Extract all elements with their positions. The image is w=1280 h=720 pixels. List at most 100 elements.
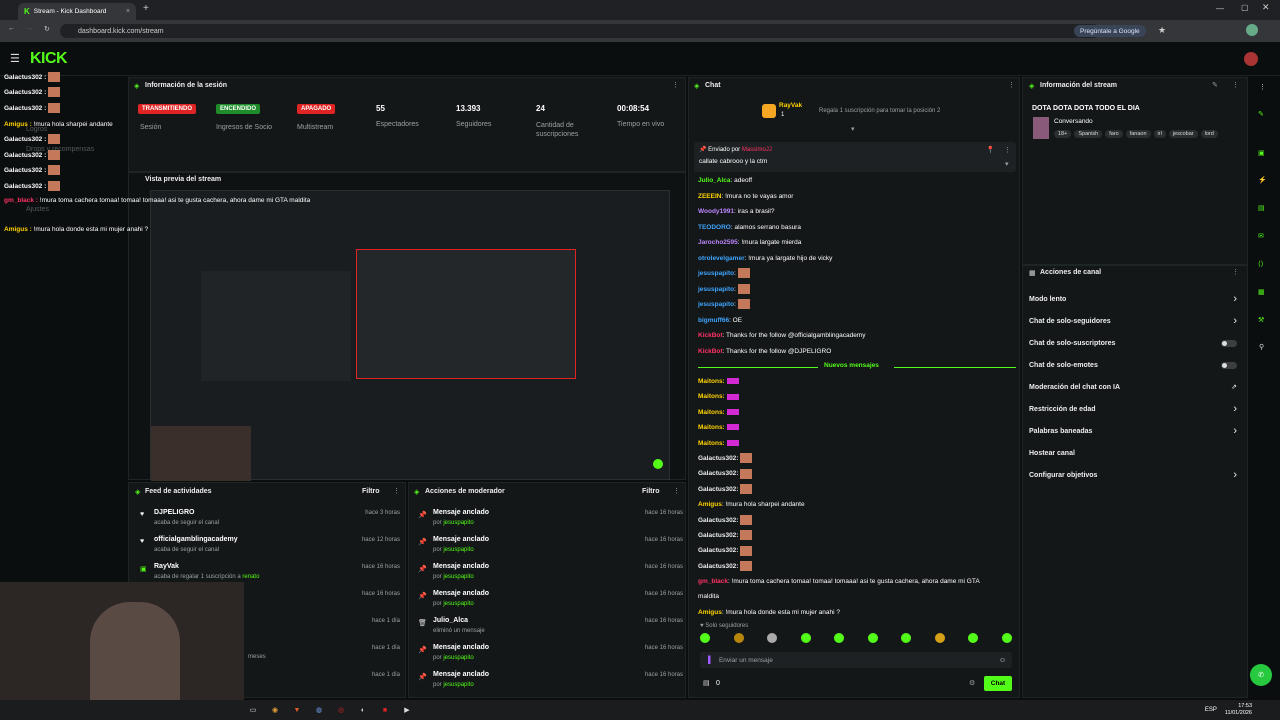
gift-prompt[interactable]: Regala 1 suscripción para tomar la posic… [819,108,940,114]
chat-username[interactable]: Maitons: [698,424,725,431]
collapse-icon[interactable]: ▾ [851,125,855,133]
browser-tab[interactable]: K Stream - Kick Dashboard × [18,3,136,20]
chat-username[interactable]: KickBot [698,332,723,339]
kick-logo[interactable]: KICK [30,50,68,68]
chevron-right-icon[interactable]: › [1233,425,1237,437]
chat-username[interactable]: gm_black [698,578,728,585]
chat-username[interactable]: jesuspapito [698,286,734,293]
chat-username[interactable]: Galactus302: [698,470,738,477]
taskbar-chrome-icon[interactable]: ◉ [264,702,286,718]
channel-action-item[interactable]: Chat de solo-suscriptores [1029,332,1237,354]
chat-username[interactable]: otrolevelgamer [698,255,745,262]
chevron-right-icon[interactable]: › [1233,469,1237,481]
toolbar-preview-icon[interactable]: ▣ [1258,149,1265,157]
channel-action-item[interactable]: Modo lento › [1029,288,1237,310]
chat-username[interactable]: Galactus302: [698,563,738,570]
chat-username[interactable]: jesuspapito [698,270,734,277]
activity-name[interactable]: officialgamblingacademy [154,536,238,543]
emote-icon[interactable] [800,633,811,643]
new-tab-icon[interactable]: + [143,3,149,14]
emote-icon[interactable] [700,633,710,643]
taskbar-obs-icon[interactable]: ◎ [330,702,352,718]
edit-pencil-icon[interactable]: ✎ [1212,81,1218,89]
chat-username[interactable]: KickBot [698,348,723,355]
chat-username[interactable]: Maitons: [698,440,725,447]
activity-menu-icon[interactable]: ⋮ [393,487,400,495]
stream-info-menu-icon[interactable]: ⋮ [1232,81,1239,89]
toolbar-edit-icon[interactable]: ✎ [1258,110,1264,118]
channel-action-item[interactable]: Restricción de edad › [1029,398,1237,420]
menu-icon[interactable]: ☰ [10,52,20,65]
unpin-icon[interactable]: 📍 [986,146,995,154]
emote-icon[interactable] [901,633,912,643]
tag[interactable]: fanaon [1125,130,1151,138]
chat-username[interactable]: Jarocho2595 [698,239,738,246]
taskbar-discord-icon[interactable]: ◍ [308,702,330,718]
toolbar-grid-icon[interactable]: ▦ [1258,288,1265,296]
activity-name[interactable]: RayVak [154,563,179,570]
reload-icon[interactable]: ↻ [44,25,50,33]
external-link-icon[interactable]: ⇗ [1231,383,1237,391]
emote-icon[interactable] [733,633,744,643]
taskbar-explorer-icon[interactable]: ▭ [242,702,264,718]
mod-filter-button[interactable]: Filtro [642,488,660,495]
chat-username[interactable]: Galactus302: [698,455,738,462]
chat-username[interactable]: Maitons: [698,393,725,400]
url-bar[interactable]: dashboard.kick.com/stream [60,24,1100,38]
chat-username[interactable]: TEODORO [698,224,731,231]
activity-name[interactable]: DJPELIGRO [154,509,194,516]
close-window-icon[interactable]: ✕ [1262,2,1270,13]
forward-icon[interactable]: → [26,25,33,32]
chat-username[interactable]: Galactus302: [698,486,738,493]
back-icon[interactable]: ← [8,25,15,32]
emote-icon[interactable] [767,633,778,643]
taskbar-steam-icon[interactable]: ◐ [352,702,374,718]
toggle-switch[interactable] [1221,361,1237,369]
channel-action-item[interactable]: Chat de solo-emotes [1029,354,1237,376]
emote-icon[interactable] [867,633,878,643]
chat-send-button[interactable]: Chat [984,676,1012,691]
taskbar-lang[interactable]: ESP [1205,707,1217,713]
chevron-right-icon[interactable]: › [1233,293,1237,305]
whatsapp-float-icon[interactable]: ✆ [1250,664,1272,686]
chat-username[interactable]: Woody1991 [698,208,734,215]
sidebar-item-drops[interactable]: Drops y recompensas [26,146,94,153]
channel-action-item[interactable]: Configurar objetivos › [1029,464,1237,486]
chat-username[interactable]: ZEEEIN [698,193,721,200]
category-name[interactable]: Conversando [1054,118,1093,125]
chat-username[interactable]: Galactus302: [698,517,738,524]
pinned-expand-icon[interactable]: ▾ [1005,160,1009,168]
bookmark-star-icon[interactable]: ★ [1158,25,1166,36]
toolbar-doc-icon[interactable]: ▤ [1258,204,1265,212]
tag[interactable]: Spanish [1074,130,1103,138]
minimize-icon[interactable]: — [1216,4,1224,13]
session-menu-icon[interactable]: ⋮ [672,81,679,89]
chat-username[interactable]: jesuspapito [698,301,734,308]
mod-menu-icon[interactable]: ⋮ [673,487,680,495]
top-gifter-name[interactable]: RayVak [779,102,802,109]
toolbar-code-icon[interactable]: ⟨⟩ [1258,260,1263,268]
toolbar-dots-icon[interactable]: ⋮ [1259,83,1266,91]
emote-icon[interactable] [1001,633,1012,643]
chat-username[interactable]: Julio_Alca [698,177,731,184]
chat-username[interactable]: Galactus302: [698,532,738,539]
emoji-icon[interactable]: ☺ [999,657,1006,664]
channel-action-item[interactable]: Palabras baneadas › [1029,420,1237,442]
tag[interactable]: irl [1153,130,1166,138]
profile-avatar-icon[interactable] [1246,24,1258,36]
chevron-right-icon[interactable]: › [1233,315,1237,327]
activity-filter-button[interactable]: Filtro [362,488,380,495]
toolbar-link-icon[interactable]: ⚲ [1259,343,1264,351]
toolbar-tool-icon[interactable]: ⚒ [1258,316,1264,324]
tab-close-icon[interactable]: × [126,8,130,15]
toolbar-bolt-icon[interactable]: ⚡ [1258,176,1267,184]
sidebar-item-ajustes[interactable]: Ajustes [26,206,49,213]
tag[interactable]: lord [1200,130,1218,138]
chat-menu-icon[interactable]: ⋮ [1008,81,1015,89]
tag[interactable]: 18+ [1054,130,1072,138]
user-avatar[interactable] [1244,52,1258,66]
channel-action-item[interactable]: Moderación del chat con IA ⇗ [1029,376,1237,398]
chat-username[interactable]: Maitons: [698,378,725,385]
chat-username[interactable]: bigmuff66 [698,317,729,324]
pinned-menu-icon[interactable]: ⋮ [1004,146,1011,154]
